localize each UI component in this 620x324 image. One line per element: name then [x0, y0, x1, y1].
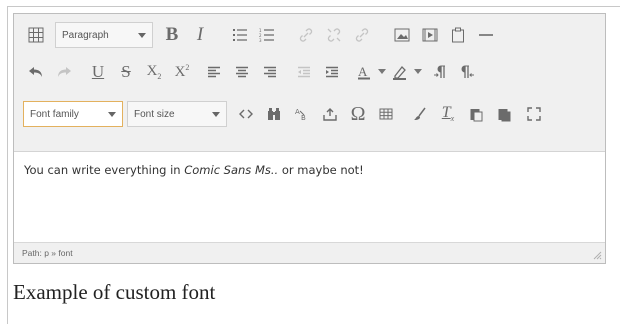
- superscript-button[interactable]: X2: [169, 58, 195, 86]
- outdent-button[interactable]: [291, 58, 317, 86]
- brush-icon: [414, 107, 426, 120]
- paste-text-button[interactable]: [463, 100, 489, 128]
- content-text: You can write everything in: [24, 163, 185, 177]
- link-icon: [299, 28, 313, 42]
- insert-image-button[interactable]: [389, 21, 415, 49]
- binoculars-icon: [268, 108, 280, 120]
- left-to-right-icon: [434, 65, 445, 78]
- horizontal-rule-icon: [479, 34, 493, 36]
- font-family-label: Font family: [30, 108, 79, 120]
- strikethrough-icon: S: [121, 62, 131, 81]
- figure-caption: Example of custom font: [13, 280, 216, 304]
- bullet-list-button[interactable]: [227, 21, 253, 49]
- upload-button[interactable]: [317, 100, 343, 128]
- right-to-left-icon: [461, 65, 474, 78]
- text-color-button[interactable]: A: [353, 58, 375, 86]
- chevron-down-icon: [138, 33, 146, 38]
- horizontal-rule-button[interactable]: [473, 21, 499, 49]
- paste-word-button[interactable]: [491, 100, 517, 128]
- text-color-icon: A: [358, 64, 370, 80]
- paste-text-icon: [470, 109, 483, 122]
- editor-content-area[interactable]: You can write everything in Comic Sans M…: [14, 152, 605, 242]
- code-icon: [239, 109, 253, 119]
- ltr-button[interactable]: [427, 58, 453, 86]
- align-left-icon: [208, 66, 220, 78]
- align-right-icon: [264, 66, 276, 78]
- svg-text:A: A: [358, 64, 368, 79]
- italic-icon: I: [196, 24, 204, 45]
- background-color-button[interactable]: [389, 58, 411, 86]
- font-size-select[interactable]: Font size: [127, 101, 227, 127]
- image-icon: [394, 28, 410, 42]
- format-select-label: Paragraph: [62, 29, 109, 41]
- insert-link-button[interactable]: [293, 21, 319, 49]
- svg-text:A: A: [295, 108, 300, 116]
- underline-button[interactable]: U: [85, 58, 111, 86]
- superscript-icon: X2: [174, 63, 190, 80]
- rtl-button[interactable]: [455, 58, 481, 86]
- status-bar: Path: p » font: [14, 242, 605, 263]
- media-icon: [422, 28, 438, 42]
- content-text-end: or maybe not!: [278, 163, 364, 177]
- bullet-list-icon: [233, 29, 247, 41]
- numbered-list-button[interactable]: 123: [254, 21, 280, 49]
- background-color-chevron-down-icon[interactable]: [414, 69, 422, 74]
- align-left-button[interactable]: [201, 58, 227, 86]
- find-replace-button[interactable]: [261, 100, 287, 128]
- numbered-list-icon: 123: [259, 28, 274, 42]
- insert-media-button[interactable]: [417, 21, 443, 49]
- bold-button[interactable]: B: [159, 21, 185, 49]
- paste-word-icon: [498, 109, 511, 122]
- chevron-down-icon: [212, 112, 220, 117]
- align-right-button[interactable]: [257, 58, 283, 86]
- content-italic-text: Comic Sans Ms..: [184, 163, 279, 177]
- chevron-down-icon: [108, 112, 116, 117]
- clipboard-icon: [452, 27, 464, 43]
- indent-button[interactable]: [319, 58, 345, 86]
- insert-table-button[interactable]: [373, 100, 399, 128]
- editor-toolbar: Paragraph B I 123 U S X2 X2 A Font famil…: [14, 14, 605, 152]
- paste-button[interactable]: [445, 21, 471, 49]
- highlight-color-icon: [393, 66, 406, 80]
- fullscreen-icon: [527, 107, 541, 121]
- unlink-icon: [327, 28, 341, 42]
- undo-button[interactable]: [23, 58, 49, 86]
- resize-handle-icon[interactable]: [592, 250, 602, 260]
- undo-icon: [29, 67, 42, 77]
- omega-icon: Ω: [350, 102, 366, 125]
- anchor-link-icon: [355, 28, 369, 42]
- element-path[interactable]: Path: p » font: [22, 248, 73, 258]
- font-family-select[interactable]: Font family: [23, 101, 123, 127]
- toggle-toolbar-icon[interactable]: [23, 21, 49, 49]
- clear-formatting-button[interactable]: Tx: [435, 100, 461, 128]
- upload-icon: [323, 108, 337, 121]
- table-icon: [379, 108, 393, 120]
- subscript-button[interactable]: X2: [141, 58, 167, 86]
- subscript-icon: X2: [146, 63, 162, 81]
- format-select[interactable]: Paragraph: [55, 22, 153, 48]
- underline-icon: U: [91, 62, 105, 81]
- redo-button[interactable]: [51, 58, 77, 86]
- bold-icon: B: [165, 24, 179, 45]
- align-center-button[interactable]: [229, 58, 255, 86]
- indent-icon: [326, 66, 338, 78]
- unlink-button[interactable]: [321, 21, 347, 49]
- svg-text:3: 3: [259, 38, 262, 42]
- outdent-icon: [298, 66, 310, 78]
- redo-icon: [58, 67, 71, 77]
- fullscreen-button[interactable]: [521, 100, 547, 128]
- spellcheck-button[interactable]: AB: [289, 100, 315, 128]
- spellcheck-icon: AB: [295, 108, 306, 121]
- special-character-button[interactable]: Ω: [345, 100, 371, 128]
- font-size-label: Font size: [134, 108, 175, 120]
- clear-format-icon: Tx: [441, 104, 455, 124]
- italic-button[interactable]: I: [187, 21, 213, 49]
- text-color-chevron-down-icon[interactable]: [378, 69, 386, 74]
- rich-text-editor: Paragraph B I 123 U S X2 X2 A Font famil…: [13, 13, 606, 264]
- anchor-button[interactable]: [349, 21, 375, 49]
- cleanup-button[interactable]: [407, 100, 433, 128]
- strikethrough-button[interactable]: S: [113, 58, 139, 86]
- source-code-button[interactable]: [233, 100, 259, 128]
- align-center-icon: [236, 66, 248, 78]
